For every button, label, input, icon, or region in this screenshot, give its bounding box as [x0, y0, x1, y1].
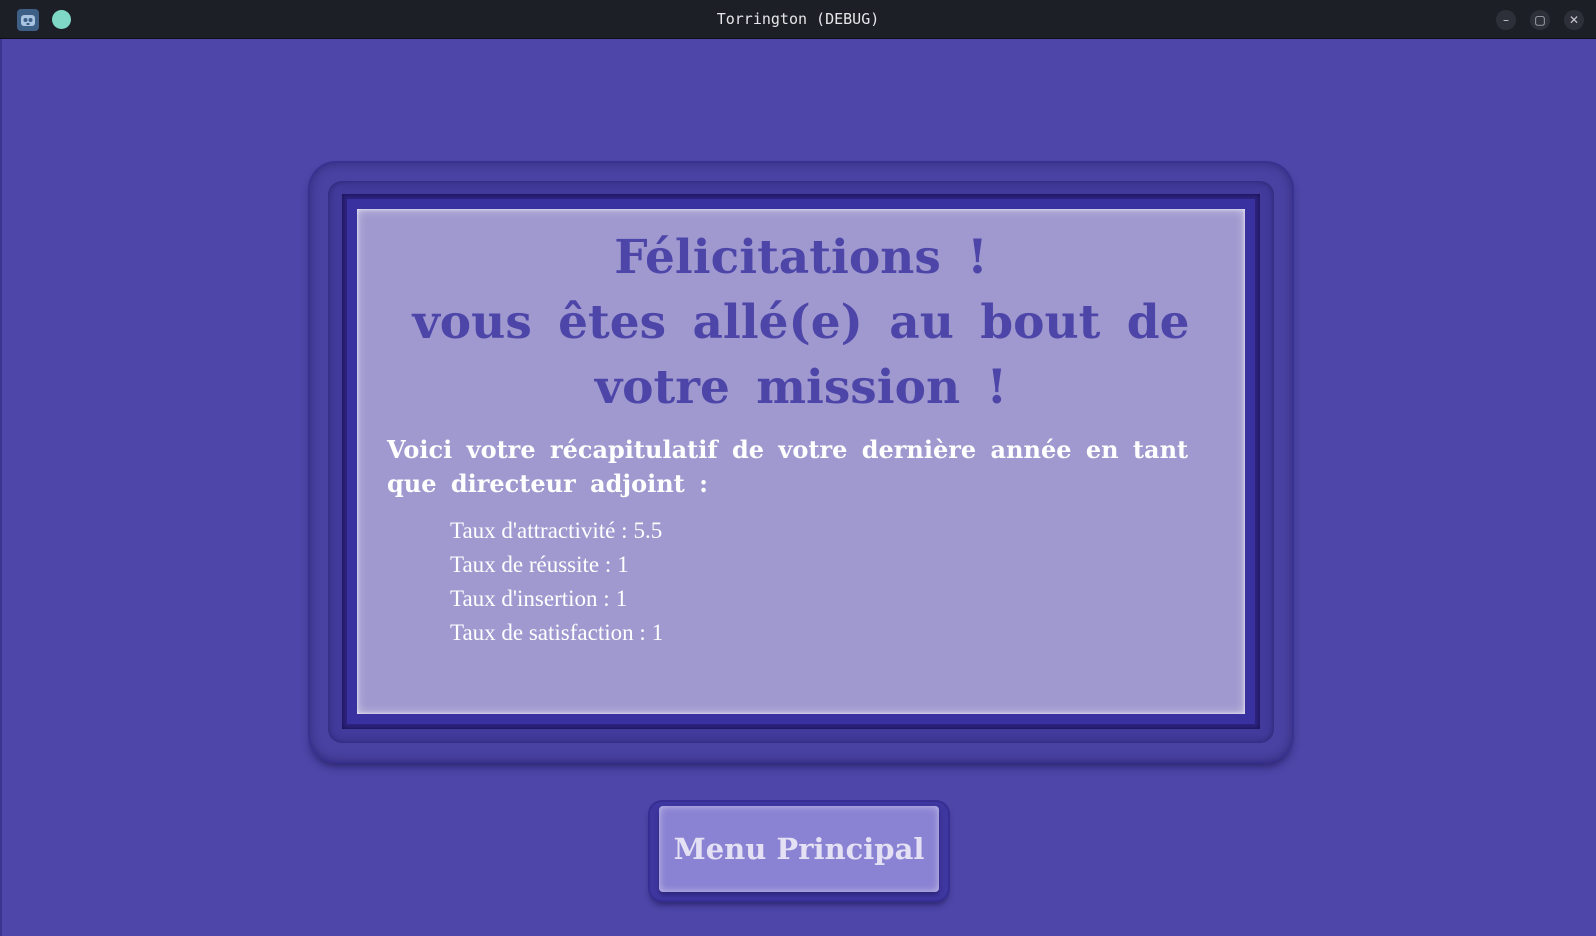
- summary-panel-frame: Félicitations ! vous êtes allé(e) au bou…: [310, 163, 1292, 761]
- stat-value: 5.5: [633, 518, 663, 543]
- stat-value: 1: [615, 586, 628, 611]
- summary-panel-border: Félicitations ! vous êtes allé(e) au bou…: [328, 181, 1274, 743]
- stats-list: Taux d'attractivité :5.5 Taux de réussit…: [450, 514, 663, 650]
- stat-label: Taux d'insertion :: [450, 586, 610, 611]
- main-menu-button-frame[interactable]: Menu Principal: [650, 802, 948, 900]
- status-dot-icon: [52, 10, 71, 29]
- stat-insertion: Taux d'insertion :1: [450, 582, 663, 616]
- summary-panel-inner-border: Félicitations ! vous êtes allé(e) au bou…: [342, 194, 1260, 729]
- summary-intro-text: Voici votre récapitulatif de votre derni…: [387, 435, 1189, 498]
- stat-label: Taux de réussite :: [450, 552, 612, 577]
- minimize-button[interactable]: –: [1496, 10, 1516, 30]
- stat-satisfaction: Taux de satisfaction :1: [450, 616, 663, 650]
- stat-label: Taux d'attractivité :: [450, 518, 628, 543]
- main-menu-button[interactable]: Menu Principal: [659, 806, 939, 892]
- stat-attractivity: Taux d'attractivité :5.5: [450, 514, 663, 548]
- window-titlebar: Torrington (DEBUG) – ▢ ✕: [0, 0, 1596, 39]
- congratulations-heading: Félicitations ! vous êtes allé(e) au bou…: [412, 230, 1190, 415]
- window-edge: [0, 39, 2, 936]
- stat-value: 1: [617, 552, 629, 577]
- stat-success: Taux de réussite :1: [450, 548, 663, 582]
- stat-label: Taux de satisfaction :: [450, 620, 646, 645]
- stat-value: 1: [651, 620, 664, 645]
- close-button[interactable]: ✕: [1564, 10, 1584, 30]
- godot-engine-icon[interactable]: [17, 9, 39, 31]
- window-title: Torrington (DEBUG): [716, 10, 880, 28]
- maximize-button[interactable]: ▢: [1530, 10, 1550, 30]
- summary-panel: Félicitations ! vous êtes allé(e) au bou…: [357, 209, 1245, 714]
- summary-panel-bevel: Félicitations ! vous êtes allé(e) au bou…: [347, 199, 1255, 724]
